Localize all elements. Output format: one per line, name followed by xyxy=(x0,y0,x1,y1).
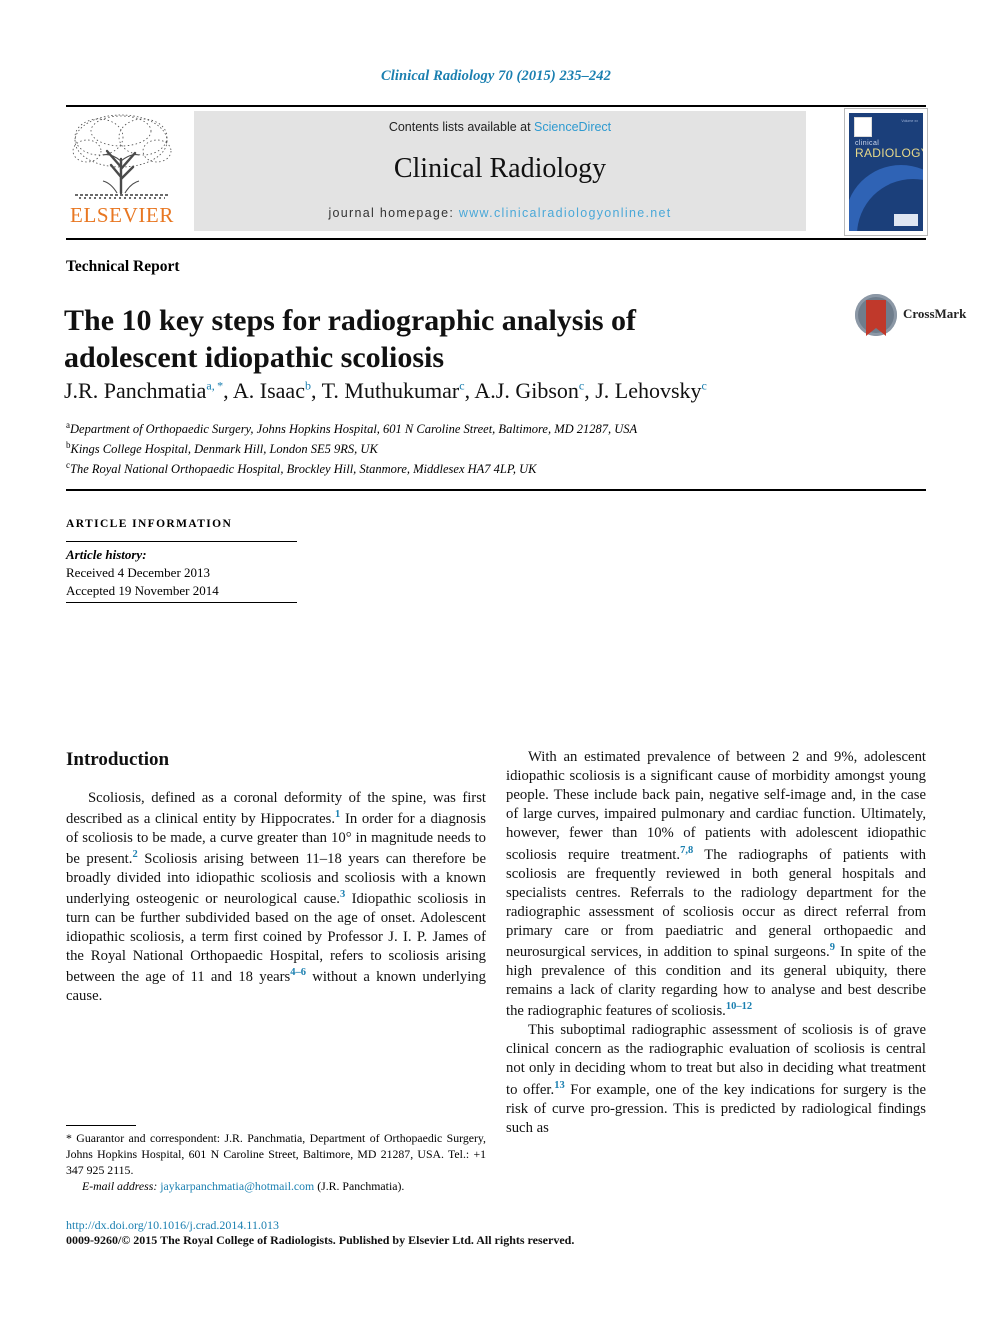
affiliation-list: aDepartment of Orthopaedic Surgery, John… xyxy=(66,419,926,479)
body-column-right: With an estimated prevalence of between … xyxy=(506,748,926,1138)
crossmark-icon xyxy=(855,294,897,336)
doi-link[interactable]: http://dx.doi.org/10.1016/j.crad.2014.11… xyxy=(66,1218,279,1233)
cover-publisher-badge xyxy=(894,214,918,226)
article-information-bottom-rule xyxy=(66,602,297,603)
journal-homepage-link[interactable]: www.clinicalradiologyonline.net xyxy=(459,206,672,220)
elsevier-logo: ELSEVIER xyxy=(66,111,178,231)
cover-title-large: RADIOLOGY xyxy=(855,146,923,160)
affiliation-text-a: Department of Orthopaedic Surgery, Johns… xyxy=(70,422,638,437)
correspondence-text: * Guarantor and correspondent: J.R. Panc… xyxy=(66,1131,486,1178)
email-attribution: (J.R. Panchmatia). xyxy=(317,1179,405,1194)
affiliation-item: aDepartment of Orthopaedic Surgery, John… xyxy=(66,419,926,439)
article-information-top-rule xyxy=(66,541,297,542)
masthead-top-rule xyxy=(66,105,926,107)
article-received-date: Received 4 December 2013 xyxy=(66,564,211,580)
section-heading-introduction: Introduction xyxy=(66,749,170,770)
footnote-rule xyxy=(66,1125,136,1126)
journal-title: Clinical Radiology xyxy=(393,153,607,184)
article-information-heading: ARTICLE INFORMATION xyxy=(66,518,233,530)
affiliation-bottom-rule xyxy=(66,489,926,491)
email-link[interactable]: jaykarpanchmatia@hotmail.com xyxy=(160,1179,314,1193)
email-line: E-mail address: jaykarpanchmatia@hotmail… xyxy=(66,1178,486,1194)
contents-prefix: Contents lists available at xyxy=(388,120,535,134)
article-type-label: Technical Report xyxy=(66,258,180,275)
affiliation-item: cThe Royal National Orthopaedic Hospital… xyxy=(66,459,926,479)
affiliation-text-b: Kings College Hospital, Denmark Hill, Lo… xyxy=(70,442,378,457)
article-history-block: Article history: Received 4 December 201… xyxy=(66,546,326,600)
homepage-prefix: journal homepage: xyxy=(328,206,459,220)
correspondence-footnote: * Guarantor and correspondent: J.R. Panc… xyxy=(66,1130,486,1195)
masthead-bottom-rule xyxy=(66,238,926,240)
article-accepted-date: Accepted 19 November 2014 xyxy=(66,582,219,598)
affiliation-text-c: The Royal National Orthopaedic Hospital,… xyxy=(70,461,537,476)
page-title: The 10 key steps for radiographic analys… xyxy=(64,304,636,375)
article-history-label: Article history: xyxy=(66,547,147,562)
journal-masthead: ELSEVIER Contents lists available at Sci… xyxy=(66,108,928,236)
journal-cover-thumbnail[interactable]: Volume xx clinical RADIOLOGY xyxy=(844,108,928,236)
author-list: J.R. Panchmatiaa, *, A. Isaacb, T. Muthu… xyxy=(64,378,707,403)
sciencedirect-link[interactable]: ScienceDirect xyxy=(534,120,611,134)
masthead-panel: Contents lists available at ScienceDirec… xyxy=(194,111,806,231)
cover-corner-note: Volume xx xyxy=(901,119,918,123)
journal-article-page: Clinical Radiology 70 (2015) 235–242 ELS… xyxy=(0,0,992,1323)
copyright-line: 0009-9260/© 2015 The Royal College of Ra… xyxy=(66,1233,575,1247)
journal-cover-art: Volume xx clinical RADIOLOGY xyxy=(849,113,923,231)
elsevier-wordmark: ELSEVIER xyxy=(70,203,174,227)
elsevier-tree-icon xyxy=(69,111,175,203)
body-column-left: Introduction Scoliosis, defined as a cor… xyxy=(66,748,486,1006)
running-head: Clinical Radiology 70 (2015) 235–242 xyxy=(381,68,611,84)
contents-available-line: Contents lists available at ScienceDirec… xyxy=(194,120,806,134)
crossmark-label: CrossMark xyxy=(903,306,967,321)
journal-homepage-line: journal homepage: www.clinicalradiologyo… xyxy=(194,206,806,220)
affiliation-item: bKings College Hospital, Denmark Hill, L… xyxy=(66,439,926,459)
cover-elsevier-icon xyxy=(854,117,872,137)
paragraph: With an estimated prevalence of between … xyxy=(506,749,926,1020)
paragraph: Scoliosis, defined as a coronal deformit… xyxy=(66,789,486,1005)
crossmark-ribbon-icon xyxy=(866,300,886,336)
crossmark-badge[interactable]: CrossMark xyxy=(855,292,966,338)
paragraph: This suboptimal radiographic assessment … xyxy=(506,1022,926,1136)
email-label: E-mail address: xyxy=(82,1179,158,1194)
